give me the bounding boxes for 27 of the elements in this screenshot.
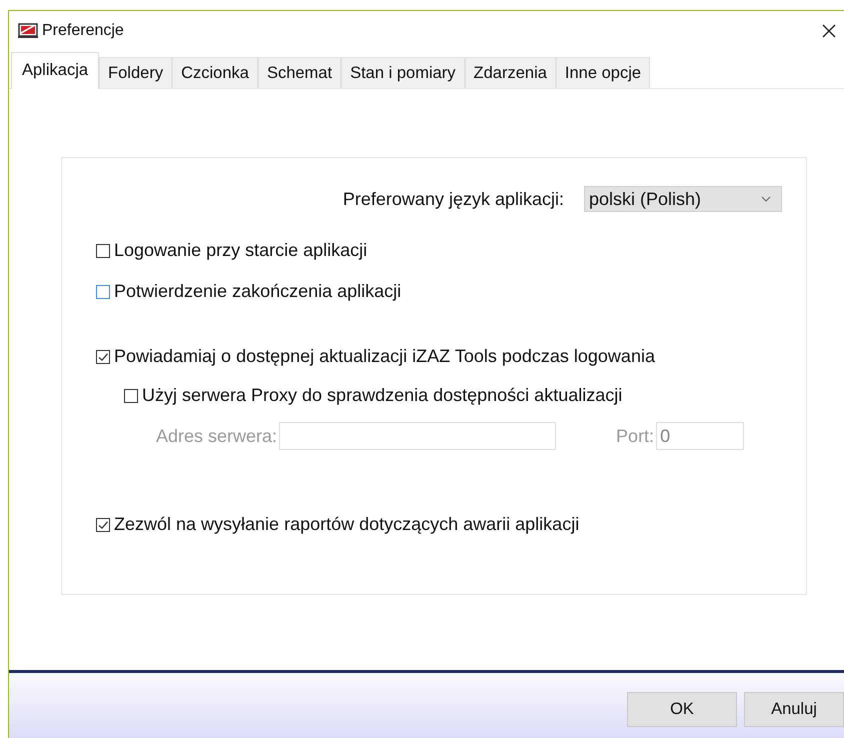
tab[interactable]: Stan i pomiary	[341, 57, 465, 88]
checkbox[interactable]	[96, 518, 110, 532]
tab[interactable]: Zdarzenia	[464, 57, 556, 88]
checkbox-label: Potwierdzenie zakończenia aplikacji	[114, 281, 402, 302]
checkbox[interactable]	[124, 388, 138, 402]
checkbox-label: Użyj serwera Proxy do sprawdzenia dostępności aktualizacji	[142, 385, 622, 406]
language-dropdown[interactable]: polski (Polish)	[584, 186, 782, 212]
checkbox[interactable]	[96, 284, 110, 298]
app-icon	[18, 23, 38, 39]
tab[interactable]: Czcionka	[172, 57, 258, 88]
tab[interactable]: Aplikacja	[11, 52, 100, 89]
checkbox[interactable]	[96, 350, 110, 364]
checkbox-label: Powiadamiaj o dostępnej aktualizacji iZAZ Tools podczas logowania	[114, 346, 655, 367]
close-icon[interactable]	[822, 24, 836, 38]
language-label: Preferowany język aplikacji:	[342, 188, 564, 210]
port-label: Port:	[616, 426, 654, 446]
server-label: Adres serwera:	[156, 426, 278, 446]
checkbox-label: Logowanie przy starcie aplikacji	[114, 240, 368, 261]
tab[interactable]: Schemat	[258, 57, 342, 88]
tab[interactable]: Foldery	[99, 57, 172, 88]
chevron-icon	[761, 196, 771, 202]
tab[interactable]: Inne opcje	[556, 57, 650, 88]
dialog-button[interactable]: Anuluj	[744, 692, 844, 726]
checkbox-label: Zezwól na wysyłanie raportów dotyczących awarii aplikacji	[114, 514, 580, 535]
window-title: Preferencje	[42, 22, 124, 40]
dialog-button[interactable]: OK	[627, 692, 737, 726]
checkbox[interactable]	[96, 244, 110, 258]
